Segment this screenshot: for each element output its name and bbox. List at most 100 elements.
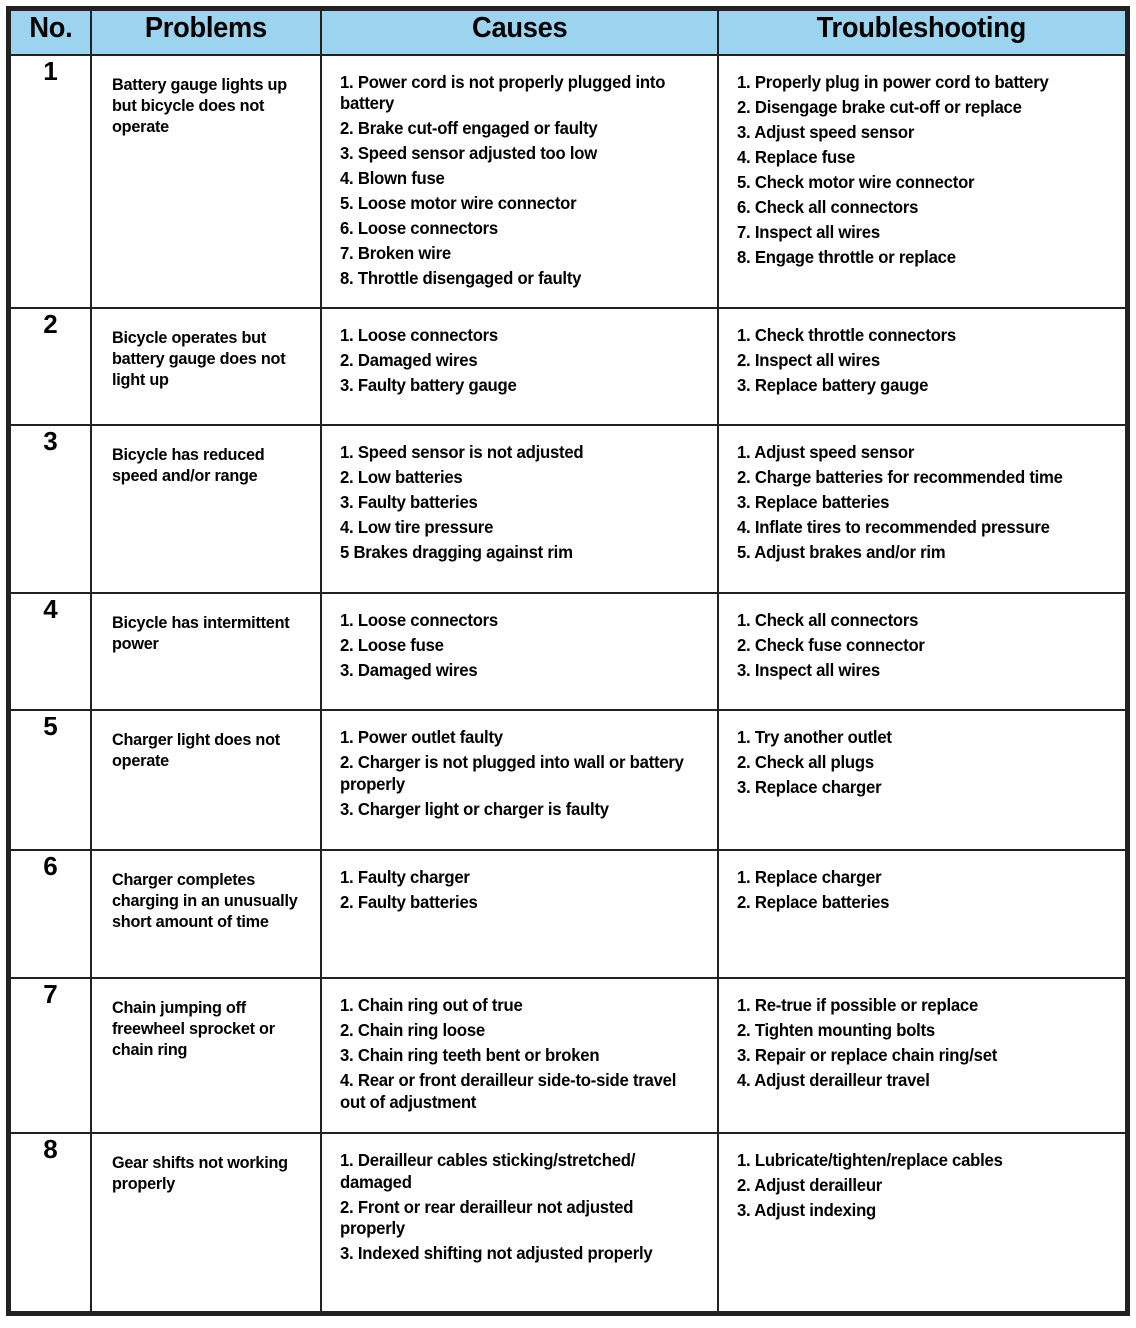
troubleshooting-item: 1. Adjust speed sensor [736,442,914,462]
troubleshooting-table-container: No. Problems Causes Troubleshooting 1 Bat… [0,0,1136,1328]
column-header-no-label: No. [28,12,72,44]
causes-cell: 1. Power outlet faulty 2. Charger is not … [319,709,719,851]
causes-cell: 1. Chain ring out of true 2. Chain ring l… [319,977,719,1134]
cause-item: 2. Damaged wires [339,350,478,370]
troubleshooting-item: 3. Repair or replace chain ring/set [736,1045,997,1065]
troubleshooting-item: 1. Try another outlet [736,727,892,747]
troubleshooting-item: 6. Check all connectors [736,196,918,217]
troubleshooting-cell: 1. Check all connectors 2. Check fuse con… [716,592,1129,711]
column-header-causes: Causes [319,7,719,56]
problem-text: Gear shifts not working properly [111,1153,292,1193]
table-row: 4 Bicycle has intermittent power 1. Loose … [7,592,1129,711]
troubleshooting-item: 3. Inspect all wires [736,660,880,680]
troubleshooting-cell: 1. Properly plug in power cord to batter… [716,53,1129,309]
cause-item: 2. Front or rear derailleur not adjusted… [339,1196,634,1239]
cause-item: 1. Derailleur cables sticking/stretched/… [339,1150,635,1192]
cause-item: 1. Loose connectors [339,325,498,345]
cause-item: 3. Indexed shifting not adjusted properl… [339,1243,653,1263]
troubleshooting-item: 2. Replace batteries [736,892,889,912]
problem-text: Battery gauge lights up but bicycle does… [111,74,292,136]
row-number-cell: 7 [7,977,92,1134]
cause-item: 5 Brakes dragging against rim [339,542,573,562]
troubleshooting-cell: 1. Replace charger 2. Replace batteries [716,849,1129,979]
table-body: 1 Battery gauge lights up but bicycle doe… [7,53,1129,1314]
troubleshooting-item: 4. Replace fuse [736,146,855,167]
troubleshooting-item: 1. Re-true if possible or replace [736,995,978,1015]
problem-text: Bicycle has intermittent power [111,613,294,653]
troubleshooting-item: 7. Inspect all wires [736,221,880,242]
troubleshooting-item: 1. Check throttle connectors [736,325,956,345]
problem-text: Chain jumping off freewheel sprocket or … [111,998,279,1059]
troubleshooting-cell: 1. Check throttle connectors 2. Inspect a… [716,307,1129,426]
problem-cell: Gear shifts not working properly [89,1132,322,1314]
troubleshooting-item: 3. Replace batteries [736,492,889,512]
cause-item: 3. Faulty batteries [339,492,478,512]
troubleshooting-item: 3. Adjust speed sensor [736,121,914,142]
troubleshooting-item: 1. Check all connectors [736,610,918,630]
troubleshooting-item: 2. Charge batteries for recommended time [736,467,1063,487]
problem-text: Charger completes charging in an unusual… [111,870,302,931]
row-number-cell: 6 [7,849,92,979]
troubleshooting-item: 2. Inspect all wires [736,350,880,370]
problem-text: Charger light does not operate [111,730,285,770]
cause-item: 4. Blown fuse [339,168,445,188]
troubleshooting-item: 2. Disengage brake cut-off or replace [736,96,1022,117]
cause-item: 3. Speed sensor adjusted too low [339,143,597,163]
troubleshooting-item: 2. Adjust derailleur [736,1175,882,1195]
problem-cell: Charger light does not operate [89,709,322,851]
column-header-troubleshooting: Troubleshooting [716,7,1129,56]
row-number-cell: 5 [7,709,92,851]
table-row: 5 Charger light does not operate 1. Power … [7,709,1129,851]
troubleshooting-item: 2. Tighten mounting bolts [736,1020,935,1040]
troubleshooting-cell: 1. Re-true if possible or replace 2. Tigh… [716,977,1129,1134]
cause-item: 3. Faulty battery gauge [339,375,517,395]
troubleshooting-cell: 1. Lubricate/tighten/replace cables 2. Ad… [716,1132,1129,1314]
table-row: 6 Charger completes charging in an unusua… [7,849,1129,979]
row-number-cell: 1 [7,53,92,309]
troubleshooting-item: 2. Check fuse connector [736,635,925,655]
causes-cell: 1. Speed sensor is not adjusted 2. Low ba… [319,424,719,594]
row-number-cell: 8 [7,1132,92,1314]
column-header-no: No. [7,7,92,56]
cause-item: 8. Throttle disengaged or faulty [339,268,582,288]
cause-item: 1. Speed sensor is not adjusted [339,442,584,462]
cause-item: 1. Faulty charger [339,867,470,887]
troubleshooting-item: 4. Inflate tires to recommended pressure [736,517,1050,537]
troubleshooting-table: No. Problems Causes Troubleshooting 1 Bat… [6,6,1130,1316]
troubleshooting-item: 1. Properly plug in power cord to batter… [736,71,1049,92]
cause-item: 5. Loose motor wire connector [339,193,577,213]
cause-item: 4. Low tire pressure [339,517,494,537]
column-header-problems-label: Problems [144,12,267,44]
troubleshooting-item: 5. Adjust brakes and/or rim [736,542,946,562]
column-header-troubleshooting-label: Troubleshooting [817,12,1027,44]
cause-item: 2. Faulty batteries [339,892,478,912]
problem-cell: Battery gauge lights up but bicycle does… [89,53,322,309]
problem-text: Bicycle operates but battery gauge does … [111,328,290,389]
causes-cell: 1. Loose connectors 2. Damaged wires 3. Fa… [319,307,719,426]
problem-cell: Bicycle has reduced speed and/or range [89,424,322,594]
troubleshooting-item: 3. Adjust indexing [736,1200,876,1220]
causes-cell: 1. Power cord is not properly plugged in… [319,53,719,309]
troubleshooting-item: 1. Lubricate/tighten/replace cables [736,1150,1003,1170]
cause-item: 7. Broken wire [339,243,451,263]
cause-item: 1. Loose connectors [339,610,498,630]
cause-item: 6. Loose connectors [339,218,498,238]
problem-cell: Chain jumping off freewheel sprocket or … [89,977,322,1134]
cause-item: 4. Rear or front derailleur side-to-side… [339,1070,677,1112]
troubleshooting-item: 5. Check motor wire connector [736,171,975,192]
table-header: No. Problems Causes Troubleshooting [7,7,1129,56]
problem-cell: Bicycle has intermittent power [89,592,322,711]
cause-item: 1. Power cord is not properly plugged in… [339,71,666,114]
causes-cell: 1. Derailleur cables sticking/stretched/… [319,1132,719,1314]
cause-item: 2. Brake cut-off engaged or faulty [339,118,598,138]
table-row: 1 Battery gauge lights up but bicycle doe… [7,53,1129,309]
troubleshooting-cell: 1. Try another outlet 2. Check all plugs 3… [716,709,1129,851]
column-header-causes-label: Causes [471,12,568,44]
row-number-cell: 2 [7,307,92,426]
causes-cell: 1. Loose connectors 2. Loose fuse 3. Damag… [319,592,719,711]
row-number-cell: 3 [7,424,92,594]
cause-item: 3. Damaged wires [339,660,478,680]
troubleshooting-item: 8. Engage throttle or replace [736,246,956,267]
table-row: 2 Bicycle operates but battery gauge does… [7,307,1129,426]
troubleshooting-item: 3. Replace charger [736,777,882,797]
